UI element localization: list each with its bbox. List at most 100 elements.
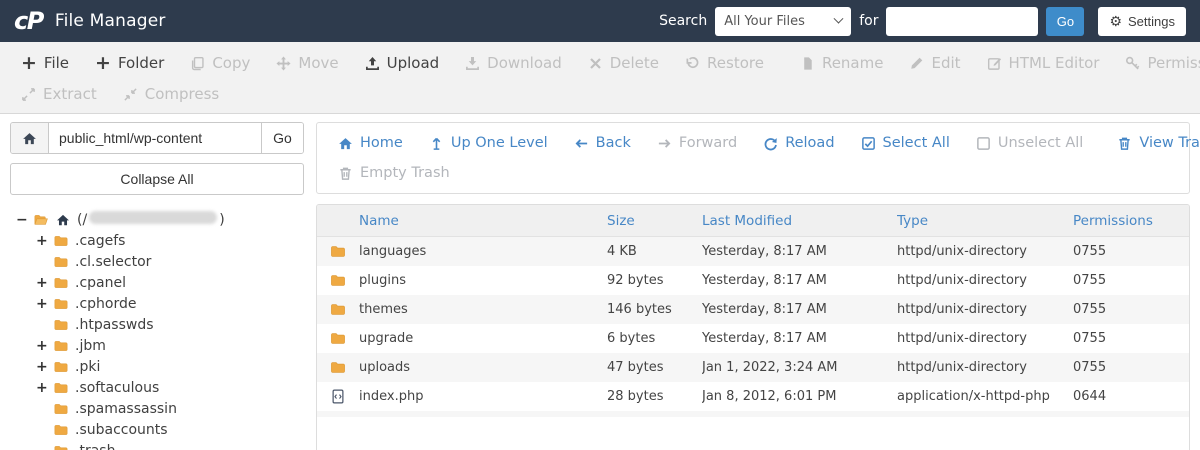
permissions-icon [1125,56,1140,71]
settings-button[interactable]: ⚙ Settings [1098,6,1186,36]
toolbar-html-editor[interactable]: HTML Editor [974,54,1113,72]
path-go-button[interactable]: Go [261,123,303,153]
toolbar-delete[interactable]: Delete [575,54,672,72]
toolbar-compress[interactable]: Compress [110,85,232,103]
expand-toggle[interactable]: + [36,296,48,312]
folder-icon [53,402,69,416]
toolbar-file[interactable]: + File [8,51,82,74]
compress-icon [123,87,138,102]
folder-icon [53,234,69,248]
toolbar-extract[interactable]: Extract [8,85,110,103]
expand-toggle[interactable]: + [36,359,48,375]
toolbar-rename[interactable]: Rename [787,54,897,72]
tree-item--trash[interactable]: .trash [10,440,304,450]
toolbar-move[interactable]: Move [263,54,351,72]
search-go-button[interactable]: Go [1046,6,1085,36]
nav-label: Reload [785,135,835,151]
nav-forward[interactable]: Forward [644,135,750,151]
toolbar-folder[interactable]: + Folder [82,53,177,72]
file-row-themes[interactable]: themes 146 bytes Yesterday, 8:17 AM http… [317,295,1189,324]
nav-label: Home [360,135,403,151]
column-header-type[interactable]: Type [897,213,1059,229]
tree-item--subaccounts[interactable]: .subaccounts [10,419,304,440]
tree-item--cagefs[interactable]: + .cagefs [10,230,304,251]
nav-view-trash[interactable]: View Trash [1104,135,1200,151]
path-input[interactable] [49,123,261,153]
file-row-plugins[interactable]: plugins 92 bytes Yesterday, 8:17 AM http… [317,266,1189,295]
folder-icon [53,276,69,290]
nav-label: View Trash [1139,135,1200,151]
toolbar-label: Restore [707,54,764,72]
toolbar-copy[interactable]: Copy [177,54,263,72]
cell-name: plugins [359,273,406,288]
download-icon [465,56,480,71]
folder-icon [53,423,69,437]
expand-toggle[interactable]: + [36,233,48,249]
sidebar: Go Collapse All − (/) + .cagefs .cl.sele… [10,122,304,450]
file-row-languages[interactable]: languages 4 KB Yesterday, 8:17 AM httpd/… [317,237,1189,266]
unselectall-icon [976,136,991,151]
tree-item--cphorde[interactable]: + .cphorde [10,293,304,314]
cell-type: httpd/unix-directory [897,273,1027,288]
back-icon [574,136,589,151]
tree-item--jbm[interactable]: + .jbm [10,335,304,356]
plus-icon: + [21,51,37,74]
file-row-uploads[interactable]: uploads 47 bytes Jan 1, 2022, 3:24 AM ht… [317,353,1189,382]
main-content: Go Collapse All − (/) + .cagefs .cl.sele… [0,114,1200,450]
tree-root-item[interactable]: − (/) [10,209,304,230]
file-row-upgrade[interactable]: upgrade 6 bytes Yesterday, 8:17 AM httpd… [317,324,1189,353]
collapse-all-button[interactable]: Collapse All [10,163,304,195]
toolbar-permissions[interactable]: Permissions [1112,54,1200,72]
folder-icon [330,244,346,259]
tree-item--spamassassin[interactable]: .spamassassin [10,398,304,419]
nav-select-all[interactable]: Select All [848,135,963,151]
expand-toggle[interactable]: + [36,275,48,291]
tree-item--cpanel[interactable]: + .cpanel [10,272,304,293]
nav-row-1: Home Up One Level Back Forward Reload Select … [325,128,1200,158]
column-header-name[interactable]: Name [359,213,607,229]
nav-back[interactable]: Back [561,135,644,151]
cell-last-modified: Yesterday, 8:17 AM [702,273,827,288]
htmleditor-icon [987,56,1002,71]
folder-icon [330,302,346,317]
toolbar-upload[interactable]: Upload [352,54,453,72]
nav-empty-trash[interactable]: Empty Trash [325,165,463,181]
file-row-index-php[interactable]: index.php 28 bytes Jan 8, 2012, 6:01 PM … [317,382,1189,411]
chevron-down-icon [833,13,844,24]
trash-icon [1117,136,1132,151]
nav-row-2: Empty Trash [325,158,1181,188]
copy-icon [190,56,205,71]
cell-type: httpd/unix-directory [897,331,1027,346]
tree-item--pki[interactable]: + .pki [10,356,304,377]
toolbar-restore[interactable]: Restore [672,54,777,72]
column-header-size[interactable]: Size [607,213,702,229]
column-header-last-modified[interactable]: Last Modified [702,213,897,229]
expand-toggle[interactable]: + [36,380,48,396]
search-input[interactable] [886,6,1039,36]
column-header-permissions[interactable]: Permissions [1059,213,1189,229]
folder-icon [330,331,346,346]
cell-size: 146 bytes [607,302,672,317]
cell-last-modified: Yesterday, 8:17 AM [702,331,827,346]
nav-reload[interactable]: Reload [750,135,847,151]
search-scope-select[interactable]: All Your Files [715,6,852,36]
toolbar-edit[interactable]: Edit [896,54,973,72]
nav-up-one-level[interactable]: Up One Level [416,135,561,151]
folder-icon [53,360,69,374]
tree-item--htpasswds[interactable]: .htpasswds [10,314,304,335]
tree-item--cl-selector[interactable]: .cl.selector [10,251,304,272]
cell-size: 6 bytes [607,331,656,346]
expand-toggle[interactable]: + [36,338,48,354]
nav-unselect-all[interactable]: Unselect All [963,135,1096,151]
selectall-icon [861,136,876,151]
toolbar-label: File [43,54,70,72]
nav-label: Select All [882,135,950,151]
collapse-toggle[interactable]: − [16,212,28,228]
nav-home[interactable]: Home [325,135,416,151]
for-label: for [859,13,879,29]
home-path-button[interactable] [11,123,49,153]
restore-icon [685,56,700,71]
tree-item--softaculous[interactable]: + .softaculous [10,377,304,398]
cell-size: 92 bytes [607,273,664,288]
toolbar-download[interactable]: Download [452,54,575,72]
